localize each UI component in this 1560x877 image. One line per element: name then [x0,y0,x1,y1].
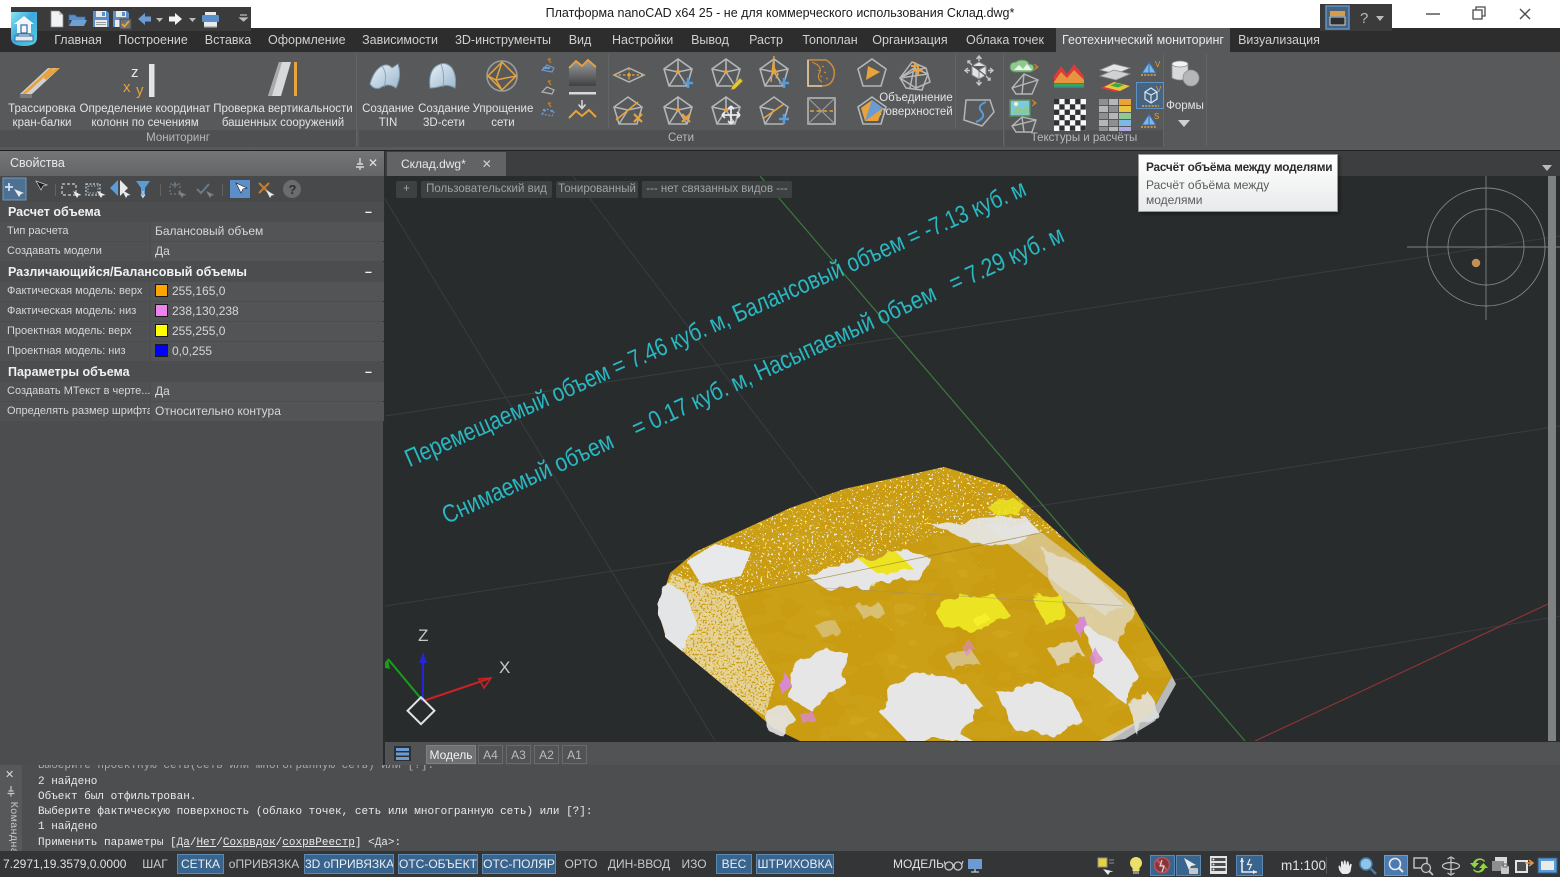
svg-text:x: x [123,79,131,96]
svg-text:z: z [131,64,139,81]
svg-text:S: S [1154,112,1159,121]
svg-text:V: V [1156,85,1162,94]
svg-text:V: V [1155,60,1161,69]
svg-text:?: ? [1360,10,1368,27]
svg-text:Z: Z [418,626,428,645]
svg-text:m1:100: m1:100 [1281,858,1326,873]
svg-text:y: y [136,82,144,99]
svg-text:X: X [499,658,510,677]
svg-text:?: ? [289,182,297,197]
